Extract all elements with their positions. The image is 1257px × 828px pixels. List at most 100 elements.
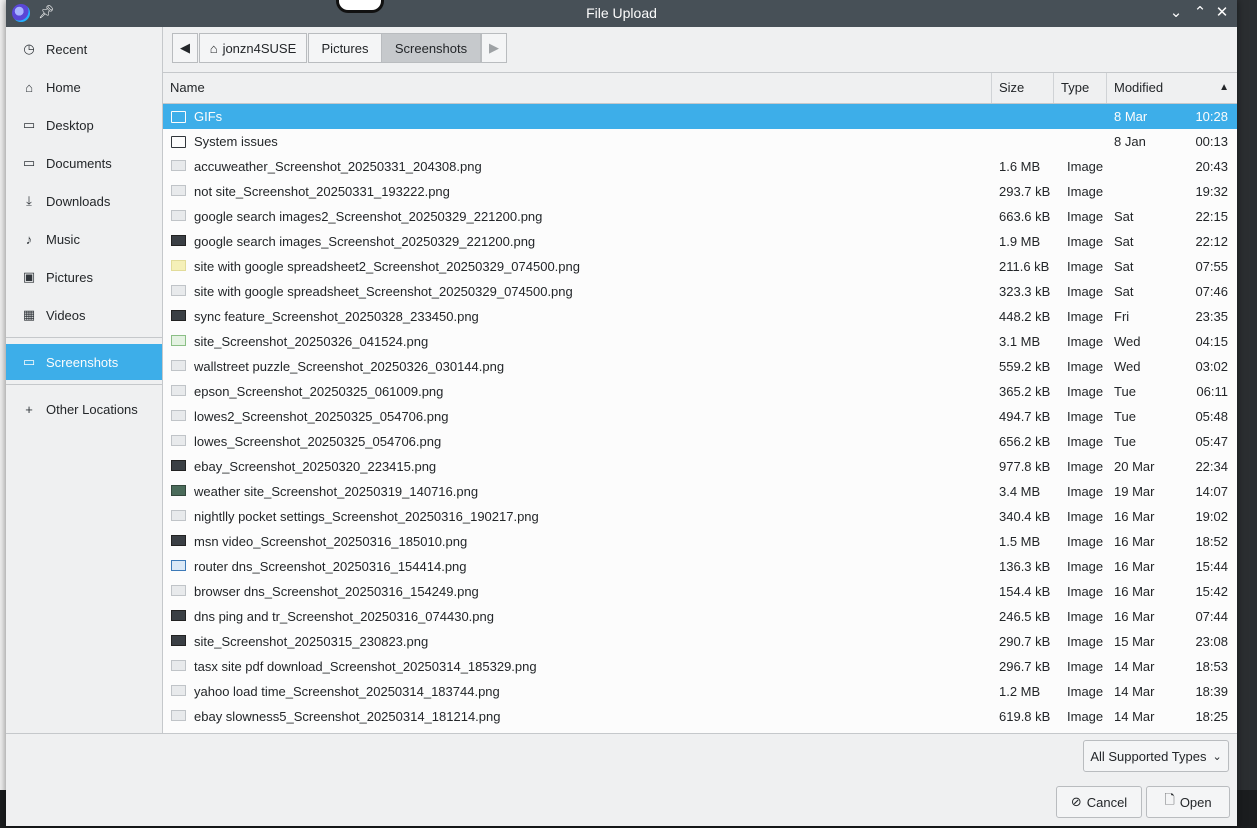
image-thumbnail-icon (171, 659, 187, 673)
file-modified-date: Sat (1114, 284, 1134, 299)
file-size: 1.9 MB (999, 234, 1041, 249)
file-size: 340.4 kB (999, 509, 1051, 524)
table-row[interactable]: browser dns_Screenshot_20250316_154249.p… (163, 579, 1237, 604)
file-size: 559.2 kB (999, 359, 1051, 374)
file-name: site_Screenshot_20250326_041524.png (194, 334, 429, 349)
back-button[interactable]: ◀ (172, 33, 198, 63)
table-row[interactable]: System issues 8 Jan 00:13 (163, 129, 1237, 154)
column-header-type[interactable]: Type (1054, 73, 1107, 103)
file-type: Image (1067, 684, 1104, 699)
file-modified-time: 18:25 (1195, 709, 1228, 724)
sidebar-item-label: Videos (46, 307, 86, 323)
folder-icon (171, 109, 187, 123)
sidebar-item-documents[interactable]: ▭ Documents (6, 145, 162, 181)
file-modified-date: Tue (1114, 384, 1136, 399)
breadcrumb-label: jonzn4SUSE (222, 40, 297, 56)
file-size: 211.6 kB (999, 259, 1050, 274)
table-row[interactable]: nightlly pocket settings_Screenshot_2025… (163, 504, 1237, 529)
file-name: site with google spreadsheet_Screenshot_… (194, 284, 573, 299)
open-button[interactable]: 🗋︎ Open (1146, 786, 1230, 818)
table-row[interactable]: msn video_Screenshot_20250316_185010.png… (163, 529, 1237, 554)
breadcrumb-pictures[interactable]: Pictures (308, 33, 382, 63)
image-thumbnail-icon (171, 359, 187, 373)
file-modified-time: 00:13 (1195, 134, 1228, 149)
image-icon: ▣ (22, 269, 36, 284)
path-bar: ◀ ⌂ jonzn4SUSE Pictures Screenshots ▶ (163, 27, 1237, 73)
sidebar-item-music[interactable]: ♪ Music (6, 221, 162, 257)
file-modified-date: 14 Mar (1114, 684, 1155, 699)
breadcrumb-home[interactable]: ⌂ jonzn4SUSE (199, 33, 307, 63)
sidebar-divider (6, 384, 162, 385)
column-label: Modified (1114, 80, 1164, 95)
file-type: Image (1067, 409, 1104, 424)
minimize-icon[interactable]: ⌄ (1166, 3, 1186, 23)
sidebar-item-recent[interactable]: ◷ Recent (6, 31, 162, 67)
folder-icon (171, 134, 187, 148)
file-modified-date: Wed (1114, 359, 1141, 374)
file-upload-dialog: 📌︎ File Upload ⌄ ⌃ ✕ ◷ Recent ⌂ Home ▭ D… (6, 0, 1237, 826)
file-type: Image (1067, 434, 1104, 449)
folder-icon: ▭ (22, 117, 36, 132)
image-thumbnail-icon (171, 634, 187, 648)
table-row[interactable]: site_Screenshot_20250315_230823.png 290.7… (163, 629, 1237, 654)
cancel-button[interactable]: ⊘ Cancel (1056, 786, 1142, 818)
image-thumbnail-icon (171, 384, 187, 398)
file-modified-date: 14 Mar (1114, 659, 1155, 674)
sidebar-item-pictures[interactable]: ▣ Pictures (6, 259, 162, 295)
breadcrumb-screenshots[interactable]: Screenshots (381, 33, 481, 63)
file-type: Image (1067, 234, 1104, 249)
sidebar-item-desktop[interactable]: ▭ Desktop (6, 107, 162, 143)
table-row[interactable]: router dns_Screenshot_20250316_154414.pn… (163, 554, 1237, 579)
home-icon: ⌂ (209, 40, 218, 56)
file-modified-time: 23:08 (1195, 634, 1228, 649)
table-row[interactable]: google search images_Screenshot_20250329… (163, 229, 1237, 254)
file-modified-time: 20:43 (1195, 159, 1228, 174)
table-row[interactable]: accuweather_Screenshot_20250331_204308.p… (163, 154, 1237, 179)
table-row[interactable]: ebay slowness5_Screenshot_20250314_18121… (163, 704, 1237, 729)
file-type: Image (1067, 209, 1104, 224)
sidebar-item-label: Documents (46, 155, 112, 171)
table-row[interactable]: wallstreet puzzle_Screenshot_20250326_03… (163, 354, 1237, 379)
forward-button[interactable]: ▶ (481, 33, 507, 63)
sidebar-item-other-locations[interactable]: + Other Locations (6, 391, 162, 427)
sidebar-item-videos[interactable]: ▦ Videos (6, 297, 162, 333)
table-row[interactable]: GIFs 8 Mar 10:28 (163, 104, 1237, 129)
maximize-icon[interactable]: ⌃ (1190, 3, 1210, 23)
file-type-filter[interactable]: All Supported Types ⌄ (1083, 740, 1229, 772)
file-name: not site_Screenshot_20250331_193222.png (194, 184, 450, 199)
image-thumbnail-icon (171, 709, 187, 723)
table-row[interactable]: site with google spreadsheet2_Screenshot… (163, 254, 1237, 279)
file-modified-time: 04:15 (1195, 334, 1228, 349)
table-row[interactable]: not site_Screenshot_20250331_193222.png 2… (163, 179, 1237, 204)
table-row[interactable]: tasx site pdf download_Screenshot_202503… (163, 654, 1237, 679)
file-name: weather site_Screenshot_20250319_140716.… (194, 484, 479, 499)
file-size: 1.5 MB (999, 534, 1041, 549)
file-modified-time: 07:44 (1195, 609, 1228, 624)
table-row[interactable]: lowes_Screenshot_20250325_054706.png 656.… (163, 429, 1237, 454)
file-modified-date: 8 Jan (1114, 134, 1146, 149)
close-icon[interactable]: ✕ (1212, 3, 1232, 23)
table-row[interactable]: site with google spreadsheet_Screenshot_… (163, 279, 1237, 304)
table-row[interactable]: dns ping and tr_Screenshot_20250316_0744… (163, 604, 1237, 629)
file-size: 293.7 kB (999, 184, 1051, 199)
column-header-size[interactable]: Size (992, 73, 1054, 103)
sidebar-item-home[interactable]: ⌂ Home (6, 69, 162, 105)
table-row[interactable]: google search images2_Screenshot_2025032… (163, 204, 1237, 229)
file-size: 296.7 kB (999, 659, 1051, 674)
file-size: 977.8 kB (999, 459, 1051, 474)
sidebar-item-screenshots[interactable]: ▭ Screenshots (6, 344, 162, 380)
table-row[interactable]: weather site_Screenshot_20250319_140716.… (163, 479, 1237, 504)
table-row[interactable]: sync feature_Screenshot_20250328_233450.… (163, 304, 1237, 329)
table-row[interactable]: yahoo load time_Screenshot_20250314_1837… (163, 679, 1237, 704)
table-row[interactable]: lowes2_Screenshot_20250325_054706.png 494… (163, 404, 1237, 429)
column-header-name[interactable]: Name (163, 73, 992, 103)
clock-icon: ◷ (23, 41, 35, 56)
table-row[interactable]: ebay_Screenshot_20250320_223415.png 977.8… (163, 454, 1237, 479)
sidebar-item-label: Other Locations (46, 401, 138, 417)
sidebar-item-downloads[interactable]: ⤓ Downloads (6, 183, 162, 219)
column-header-modified[interactable]: Modified ▲ (1107, 73, 1237, 103)
folder-icon: ▭ (22, 155, 36, 170)
table-row[interactable]: epson_Screenshot_20250325_061009.png 365.… (163, 379, 1237, 404)
table-row[interactable]: site_Screenshot_20250326_041524.png 3.1 M… (163, 329, 1237, 354)
sidebar-item-label: Pictures (46, 269, 93, 285)
